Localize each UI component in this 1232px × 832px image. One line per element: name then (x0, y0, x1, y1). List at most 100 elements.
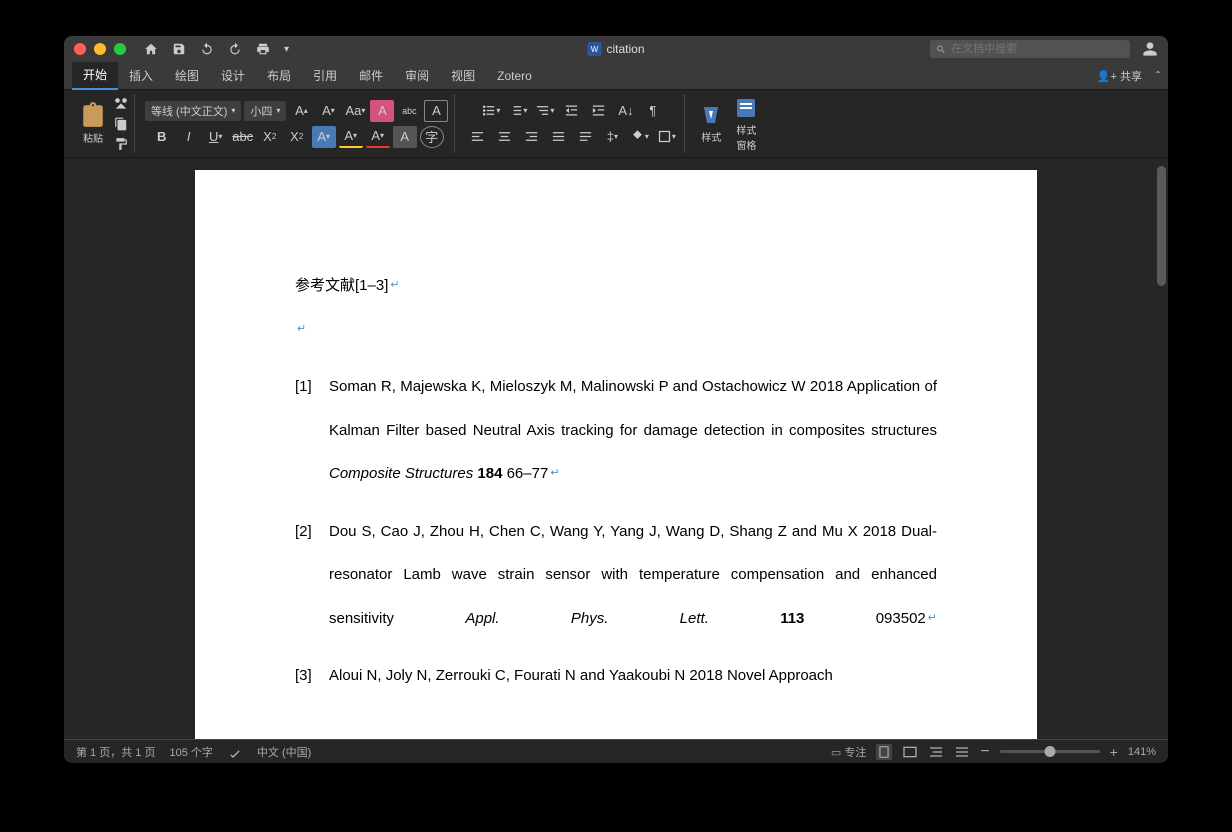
styles-icon (699, 103, 723, 127)
line-spacing-button[interactable]: ‡▾ (600, 126, 624, 148)
shrink-font-button[interactable]: A▾ (316, 100, 340, 122)
ribbon-tabs: 开始 插入 绘图 设计 布局 引用 邮件 审阅 视图 Zotero 👤+ 共享 … (64, 62, 1168, 90)
maximize-window[interactable] (114, 43, 126, 55)
home-icon[interactable] (144, 42, 158, 56)
page-indicator[interactable]: 第 1 页，共 1 页 (76, 744, 155, 760)
zoom-slider[interactable] (1000, 750, 1100, 753)
shading-button[interactable]: ▾ (627, 126, 651, 148)
print-layout-icon[interactable] (876, 744, 892, 760)
format-painter-icon[interactable] (114, 137, 128, 151)
search-input[interactable] (951, 43, 1124, 55)
multilevel-list-button[interactable]: ▾ (533, 100, 557, 122)
zoom-knob[interactable] (1044, 746, 1055, 757)
strikethrough-button[interactable]: abc (231, 126, 255, 148)
ref-body: Soman R, Majewska K, Mieloszyk M, Malino… (329, 365, 937, 496)
borders-button[interactable]: ▾ (654, 126, 678, 148)
char-shading-button[interactable]: A (393, 126, 417, 148)
clipboard-group: 粘贴 (74, 94, 135, 153)
ref-num: [3] (295, 654, 329, 698)
bullets-button[interactable]: ▾ (479, 100, 503, 122)
spellcheck-icon[interactable] (227, 744, 243, 760)
font-color-button[interactable]: A▾ (366, 126, 390, 148)
ref-num: [1] (295, 365, 329, 496)
grow-font-button[interactable]: A▴ (289, 100, 313, 122)
paste-button[interactable]: 粘贴 (80, 102, 106, 145)
font-size-select[interactable]: 小四▾ (244, 101, 286, 121)
numbering-button[interactable]: ▾ (506, 100, 530, 122)
tab-zotero[interactable]: Zotero (486, 64, 543, 88)
justify-button[interactable] (546, 126, 570, 148)
subscript-button[interactable]: X2 (258, 126, 282, 148)
text-effects-button[interactable]: A▾ (312, 126, 336, 148)
styles-pane-button[interactable]: 样式 窗格 (730, 96, 762, 152)
tab-review[interactable]: 审阅 (394, 62, 440, 89)
align-center-button[interactable] (492, 126, 516, 148)
language-indicator[interactable]: 中文 (中国) (257, 744, 311, 760)
char-border-button[interactable]: A (424, 100, 448, 122)
superscript-button[interactable]: X2 (285, 126, 309, 148)
tab-draw[interactable]: 绘图 (164, 62, 210, 89)
decrease-indent-button[interactable] (560, 100, 584, 122)
distribute-button[interactable] (573, 126, 597, 148)
cut-icon[interactable] (114, 97, 128, 111)
align-right-button[interactable] (519, 126, 543, 148)
scrollbar-thumb[interactable] (1157, 166, 1166, 286)
bold-button[interactable]: B (150, 126, 174, 148)
heading-line: 参考文献[1–3]↵ (295, 264, 937, 308)
copy-icon[interactable] (114, 117, 128, 131)
word-count[interactable]: 105 个字 (169, 744, 212, 760)
align-left-button[interactable] (465, 126, 489, 148)
web-layout-icon[interactable] (902, 744, 918, 760)
page[interactable]: 参考文献[1–3]↵ ↵ [1] Soman R, Majewska K, Mi… (195, 170, 1037, 739)
reference-1: [1] Soman R, Majewska K, Mieloszyk M, Ma… (295, 365, 937, 496)
tab-references[interactable]: 引用 (302, 62, 348, 89)
paragraph-mark-icon: ↵ (928, 612, 937, 624)
outline-icon[interactable] (928, 744, 944, 760)
styles-button[interactable]: 样式 (695, 103, 727, 144)
ribbon: 粘贴 等线 (中文正文)▾ 小四▾ A▴ A▾ Aa▾ A abc A B I … (64, 90, 1168, 158)
clear-format-button[interactable]: A (370, 100, 394, 122)
vertical-scrollbar[interactable] (1154, 158, 1168, 739)
paragraph-mark-icon: ↵ (297, 323, 306, 335)
underline-button[interactable]: U▾ (204, 126, 228, 148)
font-name-select[interactable]: 等线 (中文正文)▾ (145, 101, 241, 121)
paragraph-mark-icon: ↵ (550, 467, 559, 479)
draft-icon[interactable] (954, 744, 970, 760)
increase-indent-button[interactable] (587, 100, 611, 122)
phonetic-guide-button[interactable]: abc (397, 100, 421, 122)
zoom-out-button[interactable]: − (980, 743, 989, 761)
qat-expand-icon[interactable]: ▾ (284, 44, 289, 55)
user-icon[interactable] (1142, 41, 1158, 57)
title-text: citation (606, 42, 644, 56)
empty-line: ↵ (295, 308, 937, 352)
tab-home[interactable]: 开始 (72, 61, 118, 90)
print-icon[interactable] (256, 42, 270, 56)
document-area: 参考文献[1–3]↵ ↵ [1] Soman R, Majewska K, Mi… (64, 158, 1168, 739)
undo-icon[interactable] (200, 42, 214, 56)
focus-mode[interactable]: ▭ 专注 (831, 744, 866, 760)
show-marks-button[interactable]: ¶ (641, 100, 665, 122)
sort-button[interactable]: A↓ (614, 100, 638, 122)
save-icon[interactable] (172, 42, 186, 56)
change-case-button[interactable]: Aa▾ (343, 100, 367, 122)
ribbon-collapse-icon[interactable]: ˆ (1156, 69, 1160, 83)
tab-design[interactable]: 设计 (210, 62, 256, 89)
paste-label: 粘贴 (83, 130, 103, 145)
italic-button[interactable]: I (177, 126, 201, 148)
search-icon (936, 44, 946, 55)
minimize-window[interactable] (94, 43, 106, 55)
tab-view[interactable]: 视图 (440, 62, 486, 89)
share-button[interactable]: 👤+ 共享 (1089, 68, 1150, 84)
tab-layout[interactable]: 布局 (256, 62, 302, 89)
document-title: W citation (587, 42, 644, 56)
highlight-button[interactable]: A▾ (339, 126, 363, 148)
search-box[interactable] (930, 40, 1130, 58)
zoom-level[interactable]: 141% (1128, 746, 1156, 758)
tab-mail[interactable]: 邮件 (348, 62, 394, 89)
zoom-in-button[interactable]: + (1110, 744, 1118, 760)
enclose-char-button[interactable]: 字 (420, 126, 444, 148)
font-group: 等线 (中文正文)▾ 小四▾ A▴ A▾ Aa▾ A abc A B I U▾ … (139, 94, 455, 153)
close-window[interactable] (74, 43, 86, 55)
redo-icon[interactable] (228, 42, 242, 56)
tab-insert[interactable]: 插入 (118, 62, 164, 89)
